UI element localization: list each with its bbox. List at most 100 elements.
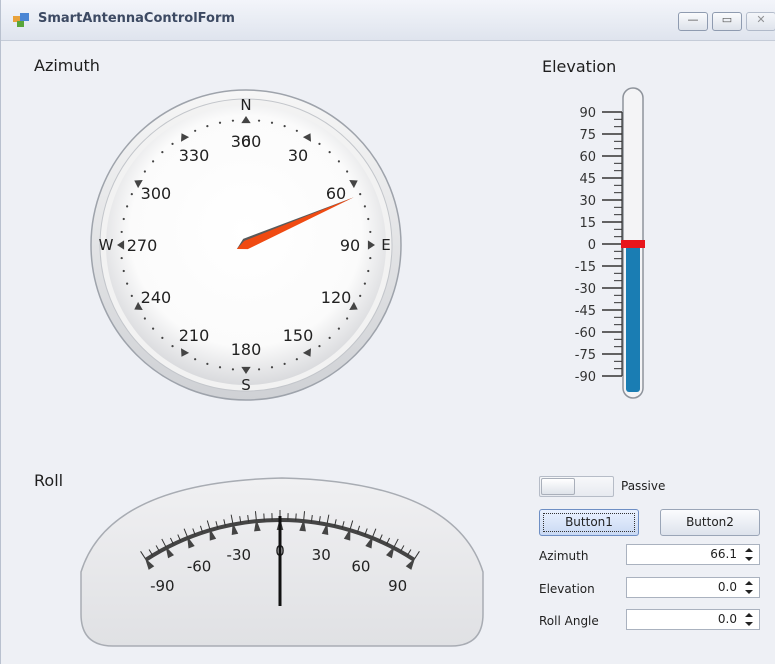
roll-angle-field-label: Roll Angle	[539, 614, 599, 628]
spin-arrows-icon[interactable]	[743, 545, 755, 564]
app-icon	[13, 13, 29, 27]
azimuth-minor-tick	[152, 327, 155, 330]
button2[interactable]: Button2	[660, 509, 760, 536]
roll-tick-label: 90	[388, 577, 407, 595]
azimuth-minor-tick	[270, 366, 274, 369]
azimuth-minor-tick	[346, 170, 349, 173]
elevation-tick-label: 45	[579, 172, 596, 187]
azimuth-minor-tick	[161, 151, 164, 154]
azimuth-minor-tick	[359, 294, 362, 297]
elevation-tick-label: 90	[579, 106, 596, 121]
azimuth-tick-label: 120	[321, 288, 352, 307]
azimuth-tick-label: 90	[340, 236, 360, 255]
azimuth-minor-tick	[206, 125, 209, 128]
toggle-thumb[interactable]	[541, 478, 575, 495]
azimuth-minor-tick	[231, 368, 235, 371]
azimuth-minor-tick	[363, 205, 366, 208]
azimuth-minor-tick	[328, 151, 331, 154]
mode-toggle-switch[interactable]	[539, 476, 614, 497]
azimuth-minor-tick	[369, 256, 372, 260]
elevation-tick-label: 15	[579, 216, 596, 231]
elevation-tick-label: 60	[579, 150, 596, 165]
azimuth-cardinal-e: E	[381, 236, 390, 254]
azimuth-minor-tick	[359, 193, 362, 196]
azimuth-minor-tick	[194, 358, 197, 361]
azimuth-minor-tick	[126, 282, 129, 285]
elevation-tick-label: -30	[575, 282, 596, 297]
mode-toggle-label: Passive	[621, 479, 666, 493]
azimuth-minor-tick	[206, 362, 209, 365]
azimuth-minor-tick	[257, 119, 261, 122]
elevation-tick-label: -45	[575, 304, 596, 319]
azimuth-tick-label: 270	[127, 236, 158, 255]
azimuth-minor-tick	[283, 125, 286, 128]
azimuth-minor-tick	[152, 160, 155, 163]
azimuth-tick-label: 180	[231, 340, 262, 359]
azimuth-cardinal-s: S	[241, 376, 251, 394]
azimuth-minor-tick	[270, 121, 274, 124]
azimuth-minor-tick	[122, 269, 125, 273]
title-bar: SmartAntennaControlForm — ▭ ✕	[1, 0, 775, 41]
spin-arrows-icon[interactable]	[743, 578, 755, 597]
azimuth-minor-tick	[318, 345, 321, 348]
azimuth-minor-tick	[130, 193, 133, 196]
azimuth-minor-tick	[257, 368, 261, 371]
azimuth-minor-tick	[283, 362, 286, 365]
azimuth-minor-tick	[328, 336, 331, 339]
roll-tick-label: 60	[351, 558, 370, 576]
azimuth-tick-label: 30	[288, 146, 308, 165]
azimuth-cardinal-w: W	[99, 236, 114, 254]
elevation-tick-label: -90	[575, 370, 596, 385]
azimuth-minor-tick	[218, 366, 222, 369]
azimuth-minor-tick	[120, 230, 123, 234]
elevation-fill	[626, 244, 640, 392]
azimuth-tick-label: 150	[283, 326, 314, 345]
azimuth-minor-tick	[171, 345, 174, 348]
azimuth-tick-label: 60	[326, 184, 346, 203]
minimize-button[interactable]: —	[678, 12, 708, 31]
button2-label: Button2	[686, 515, 734, 529]
elevation-tick-label: -15	[575, 260, 596, 275]
azimuth-minor-tick	[337, 327, 340, 330]
azimuth-minor-tick	[318, 142, 321, 145]
elevation-section-label: Elevation	[542, 57, 617, 76]
azimuth-minor-tick	[295, 358, 298, 361]
azimuth-tick-label: 330	[179, 146, 210, 165]
roll-angle-spinbox[interactable]: 0.0	[626, 609, 760, 630]
azimuth-minor-tick	[194, 129, 197, 132]
azimuth-spinbox[interactable]: 66.1	[626, 544, 760, 565]
azimuth-minor-tick	[122, 217, 125, 221]
spin-arrows-icon[interactable]	[743, 610, 755, 629]
app-window: SmartAntennaControlForm — ▭ ✕ Azimuth El…	[0, 0, 775, 664]
azimuth-tick-label: 210	[179, 326, 210, 345]
maximize-button[interactable]: ▭	[712, 12, 742, 31]
elevation-spinbox-value[interactable]: 0.0	[718, 580, 737, 594]
azimuth-section-label: Azimuth	[34, 56, 100, 75]
minimize-icon: —	[687, 13, 699, 26]
azimuth-minor-tick	[346, 317, 349, 320]
azimuth-minor-tick	[295, 129, 298, 132]
roll-tick-label: -30	[227, 546, 252, 564]
elevation-tick-label: -60	[575, 326, 596, 341]
azimuth-minor-tick	[130, 294, 133, 297]
azimuth-tick-label: 240	[141, 288, 172, 307]
azimuth-minor-tick	[126, 205, 129, 208]
azimuth-field-label: Azimuth	[539, 549, 589, 563]
roll-tick-label: 30	[312, 546, 331, 564]
azimuth-minor-tick	[367, 217, 370, 221]
roll-angle-spinbox-value[interactable]: 0.0	[718, 612, 737, 626]
azimuth-spinbox-value[interactable]: 66.1	[710, 547, 737, 561]
elevation-gauge: 90 75 60 45 30 15 0 -15 -30 -45 -60 -75 -90	[575, 87, 645, 399]
close-button[interactable]: ✕	[746, 12, 775, 31]
elevation-spinbox[interactable]: 0.0	[626, 577, 760, 598]
azimuth-minor-tick	[120, 256, 123, 260]
azimuth-minor-tick	[231, 119, 235, 122]
roll-tick-label: -90	[150, 577, 175, 595]
button1[interactable]: Button1	[539, 509, 639, 536]
azimuth-cardinal-n: N	[240, 96, 251, 114]
azimuth-minor-tick	[161, 336, 164, 339]
azimuth-minor-tick	[143, 317, 146, 320]
azimuth-minor-tick	[367, 269, 370, 273]
elevation-tick-label: 30	[579, 194, 596, 209]
azimuth-tick-label: 300	[141, 184, 172, 203]
